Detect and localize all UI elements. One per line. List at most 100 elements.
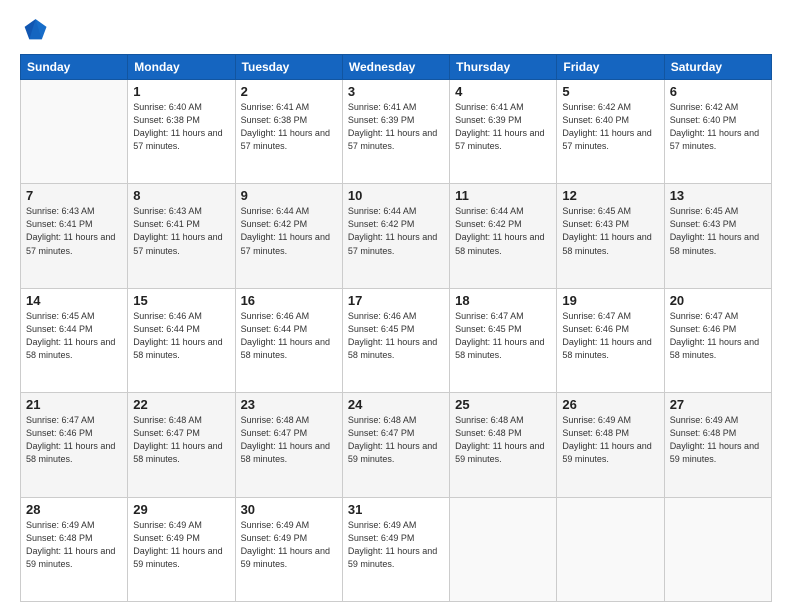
day-number: 6 [670, 84, 766, 99]
calendar-week-row: 21 Sunrise: 6:47 AMSunset: 6:46 PMDayligh… [21, 393, 772, 497]
day-info: Sunrise: 6:43 AMSunset: 6:41 PMDaylight:… [133, 205, 229, 257]
calendar-cell: 4Sunrise: 6:41 AMSunset: 6:39 PMDaylight… [450, 80, 557, 184]
calendar-week-row: 1 Sunrise: 6:40 AMSunset: 6:38 PMDaylight… [21, 80, 772, 184]
day-number: 18 [455, 293, 551, 308]
day-info: Sunrise: 6:47 AMSunset: 6:45 PMDaylight:… [455, 310, 551, 362]
calendar-cell: 28 Sunrise: 6:49 AMSunset: 6:48 PMDayligh… [21, 497, 128, 601]
header [20, 16, 772, 44]
calendar-cell: 27Sunrise: 6:49 AMSunset: 6:48 PMDayligh… [664, 393, 771, 497]
day-info: Sunrise: 6:45 AMSunset: 6:43 PMDaylight:… [670, 205, 766, 257]
weekday-header: Wednesday [342, 55, 449, 80]
day-info: Sunrise: 6:42 AMSunset: 6:40 PMDaylight:… [670, 101, 766, 153]
day-number: 20 [670, 293, 766, 308]
weekday-header: Saturday [664, 55, 771, 80]
calendar-cell: 13 Sunrise: 6:45 AMSunset: 6:43 PMDayligh… [664, 184, 771, 288]
calendar-cell [21, 80, 128, 184]
day-number: 17 [348, 293, 444, 308]
day-number: 4 [455, 84, 551, 99]
calendar-cell: 7 Sunrise: 6:43 AMSunset: 6:41 PMDaylight… [21, 184, 128, 288]
day-number: 1 [133, 84, 229, 99]
day-info: Sunrise: 6:42 AMSunset: 6:40 PMDaylight:… [562, 101, 658, 153]
day-info: Sunrise: 6:47 AMSunset: 6:46 PMDaylight:… [562, 310, 658, 362]
calendar-cell: 1 Sunrise: 6:40 AMSunset: 6:38 PMDaylight… [128, 80, 235, 184]
day-number: 8 [133, 188, 229, 203]
calendar-cell: 17 Sunrise: 6:46 AMSunset: 6:45 PMDayligh… [342, 288, 449, 392]
weekday-header: Tuesday [235, 55, 342, 80]
day-info: Sunrise: 6:44 AMSunset: 6:42 PMDaylight:… [241, 205, 337, 257]
day-number: 19 [562, 293, 658, 308]
day-number: 29 [133, 502, 229, 517]
day-number: 12 [562, 188, 658, 203]
calendar-cell: 29 Sunrise: 6:49 AMSunset: 6:49 PMDayligh… [128, 497, 235, 601]
calendar-cell: 31 Sunrise: 6:49 AMSunset: 6:49 PMDayligh… [342, 497, 449, 601]
calendar-cell: 3Sunrise: 6:41 AMSunset: 6:39 PMDaylight… [342, 80, 449, 184]
day-number: 26 [562, 397, 658, 412]
day-info: Sunrise: 6:48 AMSunset: 6:48 PMDaylight:… [455, 414, 551, 466]
logo [20, 16, 52, 44]
day-info: Sunrise: 6:40 AMSunset: 6:38 PMDaylight:… [133, 101, 229, 153]
day-info: Sunrise: 6:49 AMSunset: 6:48 PMDaylight:… [670, 414, 766, 466]
day-info: Sunrise: 6:46 AMSunset: 6:45 PMDaylight:… [348, 310, 444, 362]
day-number: 23 [241, 397, 337, 412]
day-info: Sunrise: 6:46 AMSunset: 6:44 PMDaylight:… [241, 310, 337, 362]
calendar-cell [450, 497, 557, 601]
day-number: 30 [241, 502, 337, 517]
calendar-cell: 30 Sunrise: 6:49 AMSunset: 6:49 PMDayligh… [235, 497, 342, 601]
day-info: Sunrise: 6:49 AMSunset: 6:48 PMDaylight:… [562, 414, 658, 466]
day-info: Sunrise: 6:49 AMSunset: 6:49 PMDaylight:… [241, 519, 337, 571]
day-number: 10 [348, 188, 444, 203]
day-number: 2 [241, 84, 337, 99]
weekday-header: Monday [128, 55, 235, 80]
weekday-header: Sunday [21, 55, 128, 80]
calendar-cell: 12 Sunrise: 6:45 AMSunset: 6:43 PMDayligh… [557, 184, 664, 288]
day-number: 11 [455, 188, 551, 203]
calendar-cell: 10 Sunrise: 6:44 AMSunset: 6:42 PMDayligh… [342, 184, 449, 288]
calendar-cell [557, 497, 664, 601]
calendar-cell: 24Sunrise: 6:48 AMSunset: 6:47 PMDayligh… [342, 393, 449, 497]
day-number: 28 [26, 502, 122, 517]
day-info: Sunrise: 6:49 AMSunset: 6:49 PMDaylight:… [348, 519, 444, 571]
day-info: Sunrise: 6:49 AMSunset: 6:49 PMDaylight:… [133, 519, 229, 571]
day-number: 13 [670, 188, 766, 203]
day-number: 16 [241, 293, 337, 308]
calendar-header-row: SundayMondayTuesdayWednesdayThursdayFrid… [21, 55, 772, 80]
day-number: 14 [26, 293, 122, 308]
calendar-cell: 11 Sunrise: 6:44 AMSunset: 6:42 PMDayligh… [450, 184, 557, 288]
calendar-cell: 23 Sunrise: 6:48 AMSunset: 6:47 PMDayligh… [235, 393, 342, 497]
day-number: 3 [348, 84, 444, 99]
day-info: Sunrise: 6:41 AMSunset: 6:38 PMDaylight:… [241, 101, 337, 153]
logo-icon [20, 16, 48, 44]
day-number: 31 [348, 502, 444, 517]
calendar-cell: 20 Sunrise: 6:47 AMSunset: 6:46 PMDayligh… [664, 288, 771, 392]
calendar-cell: 15Sunrise: 6:46 AMSunset: 6:44 PMDayligh… [128, 288, 235, 392]
calendar-cell: 2 Sunrise: 6:41 AMSunset: 6:38 PMDaylight… [235, 80, 342, 184]
weekday-header: Thursday [450, 55, 557, 80]
calendar-cell: 8 Sunrise: 6:43 AMSunset: 6:41 PMDaylight… [128, 184, 235, 288]
day-info: Sunrise: 6:45 AMSunset: 6:43 PMDaylight:… [562, 205, 658, 257]
day-info: Sunrise: 6:48 AMSunset: 6:47 PMDaylight:… [241, 414, 337, 466]
day-info: Sunrise: 6:43 AMSunset: 6:41 PMDaylight:… [26, 205, 122, 257]
weekday-header: Friday [557, 55, 664, 80]
calendar-cell: 26 Sunrise: 6:49 AMSunset: 6:48 PMDayligh… [557, 393, 664, 497]
calendar-cell: 14Sunrise: 6:45 AMSunset: 6:44 PMDayligh… [21, 288, 128, 392]
day-number: 25 [455, 397, 551, 412]
calendar-table: SundayMondayTuesdayWednesdayThursdayFrid… [20, 54, 772, 602]
calendar-cell: 21 Sunrise: 6:47 AMSunset: 6:46 PMDayligh… [21, 393, 128, 497]
day-info: Sunrise: 6:47 AMSunset: 6:46 PMDaylight:… [26, 414, 122, 466]
day-info: Sunrise: 6:44 AMSunset: 6:42 PMDaylight:… [348, 205, 444, 257]
calendar-cell: 19 Sunrise: 6:47 AMSunset: 6:46 PMDayligh… [557, 288, 664, 392]
day-info: Sunrise: 6:47 AMSunset: 6:46 PMDaylight:… [670, 310, 766, 362]
day-info: Sunrise: 6:49 AMSunset: 6:48 PMDaylight:… [26, 519, 122, 571]
day-number: 22 [133, 397, 229, 412]
day-info: Sunrise: 6:48 AMSunset: 6:47 PMDaylight:… [133, 414, 229, 466]
day-number: 7 [26, 188, 122, 203]
calendar-cell [664, 497, 771, 601]
day-info: Sunrise: 6:44 AMSunset: 6:42 PMDaylight:… [455, 205, 551, 257]
day-info: Sunrise: 6:46 AMSunset: 6:44 PMDaylight:… [133, 310, 229, 362]
day-number: 5 [562, 84, 658, 99]
calendar-week-row: 14Sunrise: 6:45 AMSunset: 6:44 PMDayligh… [21, 288, 772, 392]
calendar-cell: 22 Sunrise: 6:48 AMSunset: 6:47 PMDayligh… [128, 393, 235, 497]
day-number: 21 [26, 397, 122, 412]
calendar-cell: 6 Sunrise: 6:42 AMSunset: 6:40 PMDaylight… [664, 80, 771, 184]
page: SundayMondayTuesdayWednesdayThursdayFrid… [0, 0, 792, 612]
